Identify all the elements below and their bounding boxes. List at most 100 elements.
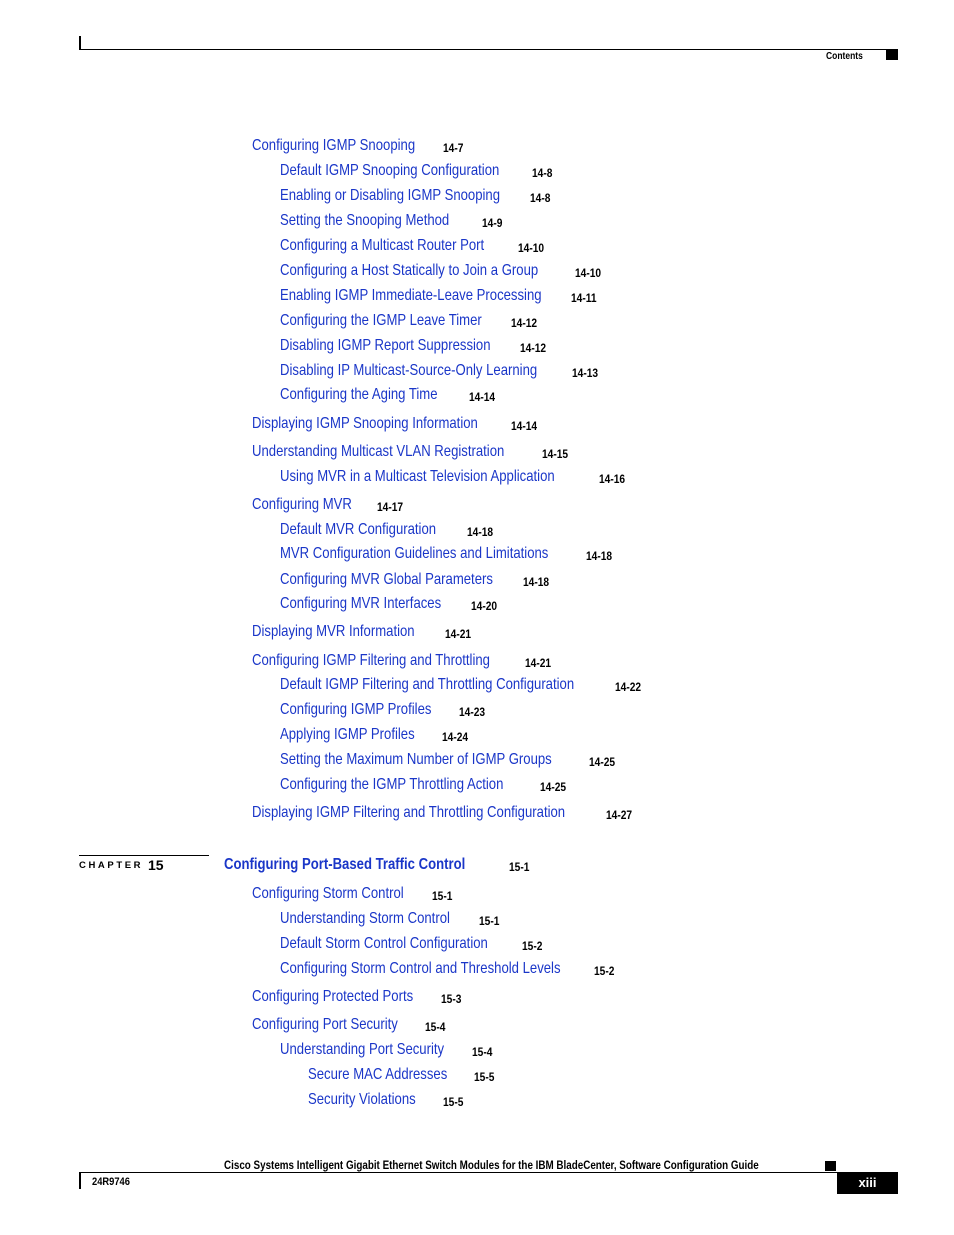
toc-entry[interactable]: Understanding Storm Control 15-1 (280, 910, 499, 928)
chapter-title-link[interactable]: Configuring Port-Based Traffic Control (224, 856, 465, 874)
toc-entry-page-number: 14-23 (459, 705, 486, 719)
toc-entry[interactable]: Displaying IGMP Snooping Information 14-1… (252, 415, 537, 433)
toc-entry[interactable]: Understanding Port Security 15-4 (280, 1041, 492, 1059)
footer-page-number: xiii (858, 1175, 877, 1190)
toc-entry-page-number: 14-16 (599, 472, 626, 486)
chapter-page-number: 15-1 (509, 860, 530, 874)
toc-entry-link[interactable]: Default Storm Control Configuration (280, 935, 488, 953)
toc-entry-link[interactable]: Configuring Storm Control and Threshold … (280, 960, 561, 978)
toc-entry-link[interactable]: Configuring the IGMP Leave Timer (280, 312, 482, 330)
toc-entry[interactable]: Default MVR Configuration 14-18 (280, 521, 493, 539)
toc-entry-link[interactable]: Configuring MVR (252, 496, 352, 514)
toc-entry-page-number: 14-25 (589, 755, 616, 769)
toc-entry-link[interactable]: Configuring the Aging Time (280, 386, 438, 404)
toc-entry-page-number: 15-4 (425, 1020, 446, 1034)
toc-entry[interactable]: Configuring a Host Statically to Join a … (280, 262, 601, 280)
toc-entry-page-number: 14-21 (445, 627, 472, 641)
toc-entry-page-number: 15-2 (594, 964, 615, 978)
toc-entry[interactable]: Displaying IGMP Filtering and Throttling… (252, 804, 634, 822)
toc-entry-link[interactable]: Configuring the IGMP Throttling Action (280, 776, 503, 794)
footer-rule (79, 1172, 898, 1173)
toc-entry-link[interactable]: Using MVR in a Multicast Television Appl… (280, 468, 555, 486)
toc-entry-link[interactable]: Setting the Maximum Number of IGMP Group… (280, 751, 552, 769)
toc-entry-page-number: 14-7 (443, 141, 464, 155)
toc-entry-link[interactable]: Enabling or Disabling IGMP Snooping (280, 187, 500, 205)
toc-entry[interactable]: Default IGMP Filtering and Throttling Co… (280, 676, 642, 694)
toc-entry-page-number: 14-14 (511, 419, 538, 433)
toc-entry[interactable]: Secure MAC Addresses 15-5 (308, 1066, 494, 1084)
toc-entry[interactable]: Disabling IP Multicast-Source-Only Learn… (280, 362, 598, 380)
toc-entry-link[interactable]: Configuring Storm Control (252, 885, 404, 903)
toc-entry[interactable]: Configuring the Aging Time 14-14 (280, 386, 495, 404)
toc-entry-page-number: 14-24 (442, 730, 469, 744)
toc-entry-page-number: 14-12 (511, 316, 538, 330)
toc-entry[interactable]: Default Storm Control Configuration 15-2 (280, 935, 542, 953)
toc-entry[interactable]: Configuring IGMP Snooping 14-7 (252, 137, 463, 155)
toc-entry[interactable]: MVR Configuration Guidelines and Limitat… (280, 545, 612, 563)
toc-entry-link[interactable]: Configuring MVR Interfaces (280, 595, 441, 613)
toc-entry[interactable]: Configuring Protected Ports 15-3 (252, 988, 461, 1006)
toc-entry-page-number: 14-12 (520, 341, 547, 355)
toc-entry-link[interactable]: Configuring MVR Global Parameters (280, 571, 493, 589)
toc-entry-page-number: 14-22 (615, 680, 642, 694)
toc-entry-link[interactable]: Default MVR Configuration (280, 521, 436, 539)
toc-entry-link[interactable]: Displaying IGMP Filtering and Throttling… (252, 804, 565, 822)
toc-entry-link[interactable]: Configuring Protected Ports (252, 988, 413, 1006)
toc-entry[interactable]: Default IGMP Snooping Configuration 14-8 (280, 162, 552, 180)
toc-entry-page-number: 15-2 (522, 939, 543, 953)
toc-entry[interactable]: Using MVR in a Multicast Television Appl… (280, 468, 625, 486)
toc-entry-link[interactable]: Disabling IGMP Report Suppression (280, 337, 491, 355)
toc-entry-link[interactable]: Enabling IGMP Immediate-Leave Processing (280, 287, 542, 305)
toc-entry-link[interactable]: Configuring a Multicast Router Port (280, 237, 484, 255)
toc-entry[interactable]: Configuring IGMP Filtering and Throttlin… (252, 652, 551, 670)
toc-entry-link[interactable]: Configuring IGMP Profiles (280, 701, 431, 719)
toc-entry[interactable]: Configuring MVR Global Parameters 14-18 (280, 571, 549, 589)
toc-entry-link[interactable]: Security Violations (308, 1091, 416, 1109)
toc-entry[interactable]: Configuring the IGMP Throttling Action 14… (280, 776, 566, 794)
toc-entry[interactable]: Understanding Multicast VLAN Registratio… (252, 443, 568, 461)
toc-entry-link[interactable]: Applying IGMP Profiles (280, 726, 415, 744)
toc-entry[interactable]: Displaying MVR Information 14-21 (252, 623, 471, 641)
toc-entry-link[interactable]: Secure MAC Addresses (308, 1066, 447, 1084)
footer-marker-box (825, 1161, 836, 1171)
toc-entry[interactable]: Configuring MVR 14-17 (252, 496, 403, 514)
toc-entry-link[interactable]: Understanding Port Security (280, 1041, 444, 1059)
toc-entry-link[interactable]: Configuring a Host Statically to Join a … (280, 262, 538, 280)
toc-entry-page-number: 14-8 (532, 166, 553, 180)
toc-entry-link[interactable]: Configuring IGMP Snooping (252, 137, 415, 155)
toc-entry-link[interactable]: Disabling IP Multicast-Source-Only Learn… (280, 362, 537, 380)
toc-entry[interactable]: Disabling IGMP Report Suppression 14-12 (280, 337, 546, 355)
toc-entry-page-number: 14-10 (575, 266, 602, 280)
toc-entry-page-number: 14-25 (540, 780, 567, 794)
toc-entry-page-number: 14-27 (606, 808, 633, 822)
toc-entry[interactable]: Security Violations 15-5 (308, 1091, 463, 1109)
toc-entry-link[interactable]: Configuring Port Security (252, 1016, 398, 1034)
toc-entry-link[interactable]: Configuring IGMP Filtering and Throttlin… (252, 652, 490, 670)
toc-entry-link[interactable]: Understanding Storm Control (280, 910, 450, 928)
toc-entry-link[interactable]: Displaying IGMP Snooping Information (252, 415, 478, 433)
toc-entry[interactable]: Applying IGMP Profiles 14-24 (280, 726, 468, 744)
toc-entry-link[interactable]: Understanding Multicast VLAN Registratio… (252, 443, 504, 461)
toc-entry-link[interactable]: Default IGMP Snooping Configuration (280, 162, 499, 180)
toc-entry-link[interactable]: MVR Configuration Guidelines and Limitat… (280, 545, 548, 563)
toc-entry[interactable]: Configuring Storm Control 15-1 (252, 885, 452, 903)
toc-entry[interactable]: Setting the Snooping Method 14-9 (280, 212, 502, 230)
toc-entry-link[interactable]: Setting the Snooping Method (280, 212, 449, 230)
toc-entry-page-number: 14-21 (525, 656, 552, 670)
toc-entry-page-number: 14-20 (471, 599, 498, 613)
toc-entry[interactable]: Configuring Port Security 15-4 (252, 1016, 445, 1034)
toc-entry-link[interactable]: Displaying MVR Information (252, 623, 415, 641)
toc-entry[interactable]: Enabling or Disabling IGMP Snooping 14-8 (280, 187, 550, 205)
toc-entry-page-number: 14-18 (586, 549, 613, 563)
toc-entry-page-number: 14-17 (377, 500, 404, 514)
toc-entry[interactable]: Configuring MVR Interfaces 14-20 (280, 595, 497, 613)
toc-entry-link[interactable]: Default IGMP Filtering and Throttling Co… (280, 676, 574, 694)
toc-entry[interactable]: Configuring the IGMP Leave Timer 14-12 (280, 312, 537, 330)
toc-entry[interactable]: Configuring a Multicast Router Port 14-10 (280, 237, 544, 255)
toc-entry[interactable]: Enabling IGMP Immediate-Leave Processing… (280, 287, 599, 305)
toc-entry[interactable]: Configuring IGMP Profiles 14-23 (280, 701, 485, 719)
chapter-title-entry[interactable]: Configuring Port-Based Traffic Control 1… (224, 856, 529, 874)
toc-entry[interactable]: Setting the Maximum Number of IGMP Group… (280, 751, 615, 769)
toc-entry-page-number: 15-4 (472, 1045, 493, 1059)
toc-entry[interactable]: Configuring Storm Control and Threshold … (280, 960, 622, 978)
